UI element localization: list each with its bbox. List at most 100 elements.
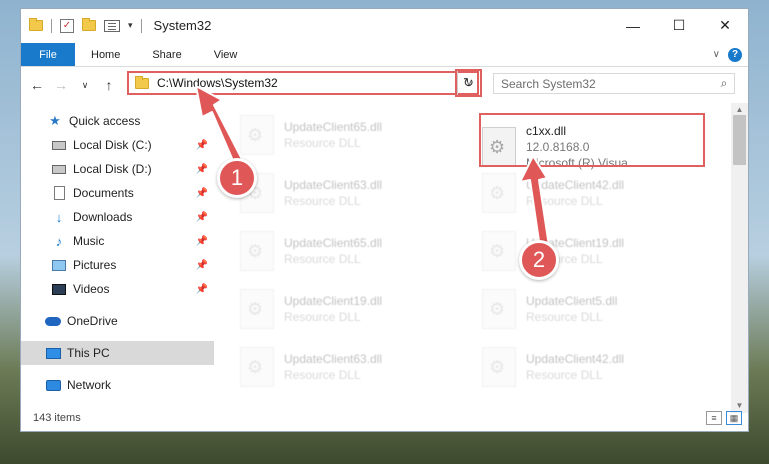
sidebar-item-music[interactable]: ♪ Music 📌 <box>21 229 214 253</box>
properties-check-icon[interactable]: ✓ <box>60 18 74 33</box>
sidebar-item-network[interactable]: Network <box>21 373 214 397</box>
toolbar-separator <box>140 18 142 33</box>
sidebar-item-label: Network <box>67 378 112 392</box>
file-type: Resource DLL <box>526 310 603 324</box>
dll-file-icon <box>240 347 274 387</box>
sidebar-item-label: Local Disk (D:) <box>73 162 152 176</box>
file-name: UpdateClient63.dll <box>284 178 383 192</box>
tab-view[interactable]: View <box>198 43 254 66</box>
details-view-icon[interactable]: ≡ <box>706 411 722 425</box>
quick-access-toolbar: ✓ ▾ <box>21 18 142 33</box>
sidebar-item-label: Local Disk (C:) <box>73 138 152 152</box>
file-name: UpdateClient42.dll <box>526 178 625 192</box>
address-bar[interactable]: C:\Windows\System32 ∨ <box>127 71 479 95</box>
expand-ribbon-chevron-icon[interactable]: ∨ <box>713 49 720 60</box>
close-button[interactable]: ✕ <box>702 9 748 43</box>
sidebar-item-videos[interactable]: Videos 📌 <box>21 277 214 301</box>
pin-icon[interactable]: 📌 <box>196 284 208 295</box>
file-name: UpdateClient19.dll <box>284 294 383 308</box>
pictures-icon <box>51 258 67 272</box>
address-path[interactable]: C:\Windows\System32 <box>157 76 278 90</box>
onedrive-icon <box>45 314 61 328</box>
file-item[interactable]: UpdateClient42.dll Resource DLL <box>482 341 708 393</box>
scroll-thumb[interactable] <box>733 115 746 165</box>
sidebar-item-documents[interactable]: Documents 📌 <box>21 181 214 205</box>
sidebar-item-downloads[interactable]: ↓ Downloads 📌 <box>21 205 214 229</box>
minimize-button[interactable]: — <box>610 9 656 43</box>
new-folder-icon[interactable] <box>82 18 96 31</box>
file-name: UpdateClient65.dll <box>284 236 383 250</box>
pin-icon[interactable]: 📌 <box>196 236 208 247</box>
customize-toolbar-chevron-icon[interactable]: ▾ <box>128 20 133 31</box>
ribbon-tabs: File Home Share View ∨ ? <box>21 43 748 67</box>
sidebar-item-label: Videos <box>73 282 110 296</box>
window-controls: — ☐ ✕ <box>610 9 748 43</box>
tab-home[interactable]: Home <box>75 43 136 66</box>
sidebar-item-label: This PC <box>67 346 110 360</box>
file-name: UpdateClient65.dll <box>284 120 383 134</box>
sidebar-item-label: Music <box>73 234 105 248</box>
sidebar-item-label: Downloads <box>73 210 133 224</box>
file-name: UpdateClient42.dll <box>526 352 625 366</box>
file-item[interactable]: UpdateClient63.dll Resource DLL <box>240 167 466 219</box>
file-item[interactable]: UpdateClient5.dll Resource DLL <box>482 283 708 335</box>
folder-icon <box>29 18 43 31</box>
sidebar-item-onedrive[interactable]: OneDrive <box>21 309 214 333</box>
explorer-window: ✓ ▾ System32 — ☐ ✕ File Home Share View … <box>20 8 749 432</box>
file-name: UpdateClient5.dll <box>526 294 618 308</box>
dll-file-icon <box>482 173 516 213</box>
up-button[interactable]: ↑ <box>99 77 119 93</box>
maximize-button[interactable]: ☐ <box>656 9 702 43</box>
file-item[interactable]: UpdateClient65.dll Resource DLL <box>240 225 466 277</box>
sidebar-item-local-disk-d[interactable]: Local Disk (D:) 📌 <box>21 157 214 181</box>
back-button[interactable]: ← <box>27 77 47 93</box>
tab-share[interactable]: Share <box>136 43 197 66</box>
sidebar-item-this-pc[interactable]: This PC <box>21 341 214 365</box>
network-icon <box>45 378 61 392</box>
file-item[interactable]: UpdateClient65.dll Resource DLL <box>240 109 466 161</box>
dll-file-icon <box>482 231 516 271</box>
file-item[interactable]: UpdateClient63.dll Resource DLL <box>240 341 466 393</box>
file-item[interactable]: UpdateClient19.dll Resource DLL <box>240 283 466 335</box>
pin-icon[interactable]: 📌 <box>196 164 208 175</box>
search-input[interactable]: Search System32 ⌕ <box>493 73 735 94</box>
vertical-scrollbar[interactable]: ▲ ▼ <box>731 103 748 413</box>
recent-locations-chevron-icon[interactable]: ∨ <box>75 80 95 91</box>
music-icon: ♪ <box>55 233 63 249</box>
forward-button[interactable]: → <box>51 77 71 93</box>
properties-icon[interactable] <box>104 19 120 32</box>
toolbar-separator <box>51 18 52 33</box>
sidebar-item-pictures[interactable]: Pictures 📌 <box>21 253 214 277</box>
search-placeholder: Search System32 <box>501 76 596 91</box>
item-count: 143 items <box>33 412 81 424</box>
sidebar-item-quick-access[interactable]: ★ Quick access <box>21 109 214 133</box>
tab-file[interactable]: File <box>21 43 75 66</box>
pin-icon[interactable]: 📌 <box>196 188 208 199</box>
file-type: Resource DLL <box>284 194 361 208</box>
sidebar-item-label: Quick access <box>69 114 141 128</box>
pin-icon[interactable]: 📌 <box>196 212 208 223</box>
tiles-view-icon[interactable]: ▦ <box>726 411 742 425</box>
file-item[interactable]: UpdateClient42.dll Resource DLL <box>482 167 708 219</box>
dll-file-icon <box>240 115 274 155</box>
help-icon[interactable]: ? <box>728 47 742 62</box>
refresh-button[interactable]: ↻ <box>457 71 479 95</box>
status-bar: 143 items ≡ ▦ <box>21 405 748 431</box>
file-type: Resource DLL <box>526 194 603 208</box>
this-pc-icon <box>45 346 61 360</box>
file-highlight <box>479 113 705 167</box>
pin-icon[interactable]: 📌 <box>196 140 208 151</box>
search-icon[interactable]: ⌕ <box>714 76 734 91</box>
sidebar-item-local-disk-c[interactable]: Local Disk (C:) 📌 <box>21 133 214 157</box>
drive-icon <box>51 138 67 152</box>
sidebar-item-label: OneDrive <box>67 314 118 328</box>
downloads-icon: ↓ <box>55 209 63 225</box>
callout-badge-1: 1 <box>217 158 257 198</box>
file-type: Resource DLL <box>284 310 361 324</box>
callout-badge-2: 2 <box>519 240 559 280</box>
dll-file-icon <box>240 231 274 271</box>
pin-icon[interactable]: 📌 <box>196 260 208 271</box>
dll-file-icon <box>240 289 274 329</box>
window-title: System32 <box>153 18 212 33</box>
file-item[interactable]: UpdateClient19.dll Resource DLL <box>482 225 708 277</box>
